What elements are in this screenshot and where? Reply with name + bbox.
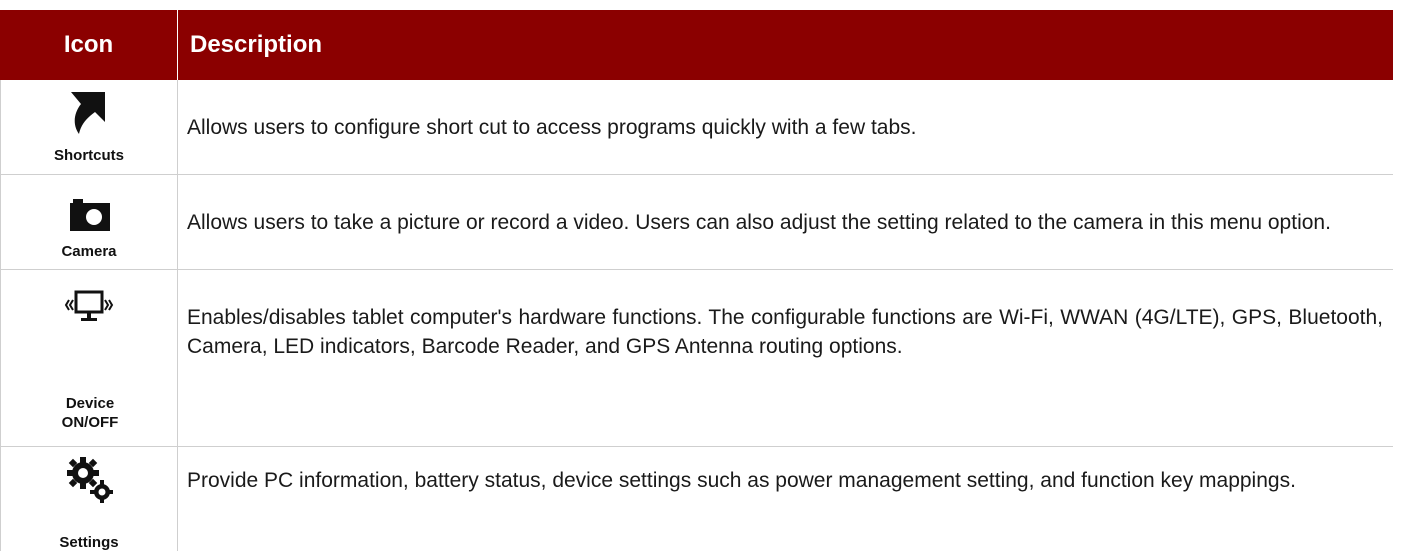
icon-label: Settings	[59, 534, 119, 551]
icon-label: Device ON/OFF	[61, 395, 119, 431]
shortcut-arrow-icon	[71, 92, 105, 134]
header-description-column: Description	[190, 31, 323, 58]
icon-description-table: Icon Description Shortcuts Allows users …	[0, 0, 1403, 551]
table-row: Settings Provide PC information, battery…	[0, 447, 1393, 551]
icon-cell: Shortcuts	[0, 80, 178, 174]
description-cell: Allows users to take a picture or record…	[187, 210, 1331, 234]
device-monitor-icon	[64, 290, 114, 321]
icon-cell: Camera	[0, 175, 178, 269]
camera-icon	[70, 199, 110, 231]
table-row: Device ON/OFF Enables/disables tablet co…	[0, 270, 1393, 447]
settings-gears-icon	[67, 457, 113, 503]
description-cell: Allows users to configure short cut to a…	[187, 115, 917, 139]
description-cell: Enables/disables tablet computer's hardw…	[187, 306, 1383, 358]
table-row: Shortcuts Allows users to configure shor…	[0, 80, 1393, 175]
icon-label: Shortcuts	[53, 147, 124, 164]
table-header: Icon Description	[0, 10, 1393, 80]
table-row: Camera Allows users to take a picture or…	[0, 175, 1393, 270]
icon-cell: Device ON/OFF	[0, 270, 178, 446]
icon-label: Camera	[61, 243, 117, 260]
description-cell: Provide PC information, battery status, …	[187, 469, 1296, 492]
header-icon-column: Icon	[0, 10, 178, 80]
icon-cell: Settings	[0, 447, 178, 551]
